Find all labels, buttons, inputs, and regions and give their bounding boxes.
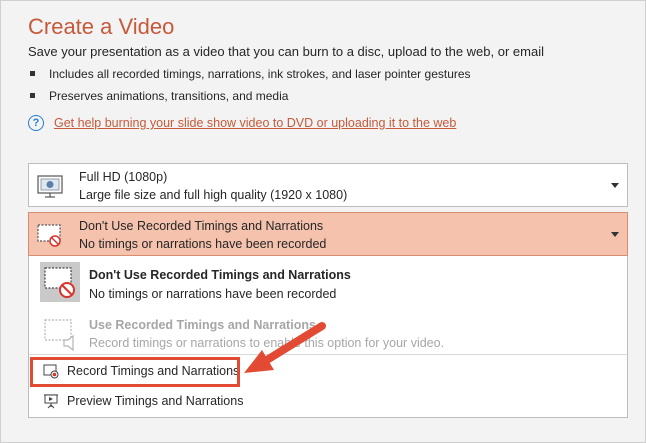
record-timings-menu-item[interactable]: Record Timings and Narrations	[29, 359, 627, 383]
dropdown-option-dont-use[interactable]: Don't Use Recorded Timings and Narration…	[29, 256, 627, 306]
option-title: Don't Use Recorded Timings and Narration…	[89, 268, 351, 282]
no-timings-icon	[40, 262, 80, 302]
quality-title: Full HD (1080p)	[79, 170, 168, 184]
bullet-item: Includes all recorded timings, narration…	[30, 67, 471, 81]
presentation-screen-icon	[37, 175, 63, 198]
option-title: Use Recorded Timings and Narrations	[89, 318, 316, 332]
menu-item-label: Preview Timings and Narrations	[67, 394, 244, 408]
page-title: Create a Video	[28, 14, 175, 39]
page-subtitle: Save your presentation as a video that y…	[28, 44, 544, 59]
menu-divider	[29, 354, 627, 355]
timing-narration-select[interactable]: Don't Use Recorded Timings and Narration…	[28, 212, 628, 256]
no-timings-icon	[37, 224, 61, 247]
chevron-down-icon[interactable]	[611, 232, 619, 237]
help-row: ? Get help burning your slide show video…	[28, 115, 456, 131]
help-link[interactable]: Get help burning your slide show video t…	[54, 116, 456, 130]
timing-dropdown-menu: Don't Use Recorded Timings and Narration…	[28, 256, 628, 418]
preview-timings-menu-item[interactable]: Preview Timings and Narrations	[29, 389, 627, 413]
video-quality-select[interactable]: Full HD (1080p) Large file size and full…	[28, 163, 628, 207]
option-description: Record timings or narrations to enable t…	[89, 336, 445, 350]
bullet-text: Preserves animations, transitions, and m…	[49, 89, 289, 103]
dropdown-option-use-recorded: Use Recorded Timings and Narrations Reco…	[29, 310, 627, 354]
bullet-marker	[30, 93, 35, 99]
menu-item-label: Record Timings and Narrations	[67, 364, 240, 378]
bullet-marker	[30, 71, 35, 77]
timing-description: No timings or narrations have been recor…	[79, 237, 327, 251]
record-icon	[43, 364, 59, 379]
bullet-text: Includes all recorded timings, narration…	[49, 67, 471, 81]
recorded-timings-icon	[44, 319, 74, 352]
chevron-down-icon[interactable]	[611, 183, 619, 188]
bullet-item: Preserves animations, transitions, and m…	[30, 89, 288, 103]
help-question-icon[interactable]: ?	[28, 115, 44, 131]
preview-presentation-icon	[44, 394, 58, 409]
timing-title: Don't Use Recorded Timings and Narration…	[79, 219, 324, 233]
quality-description: Large file size and full high quality (1…	[79, 188, 348, 202]
option-description: No timings or narrations have been recor…	[89, 287, 337, 301]
